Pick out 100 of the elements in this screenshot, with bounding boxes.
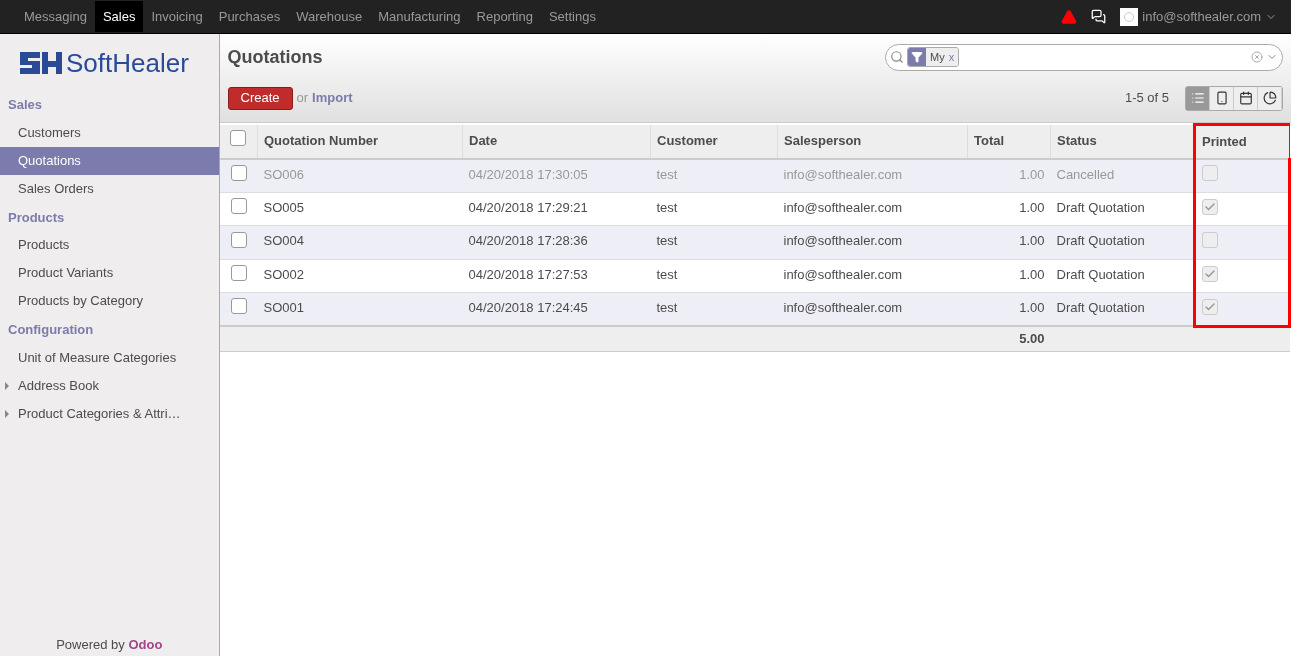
triangle-icon (5, 381, 9, 390)
column-header[interactable]: Customer (650, 124, 778, 159)
table-cell: Draft Quotation (1050, 259, 1195, 293)
graph-view-button[interactable] (1258, 86, 1282, 110)
table-cell: Cancelled (1050, 158, 1195, 192)
section-title: Sales (7, 96, 43, 114)
table-cell: SO004 (257, 225, 463, 259)
or-text: or (296, 89, 309, 108)
table-cell: 04/20/2018 17:28:36 (462, 225, 651, 259)
checkmark-icon (1204, 301, 1216, 313)
sidebar-item[interactable]: Unit of Measure Categories (0, 343, 219, 372)
filter-facet[interactable]: My x (907, 47, 960, 67)
section-title: Products (7, 208, 66, 227)
column-header[interactable]: Total (967, 124, 1051, 159)
sidebar-item[interactable]: Product Variants (0, 259, 219, 287)
menu-item[interactable]: Warehouse (288, 0, 371, 33)
sidebar-item[interactable]: Product Categories & Attri… (0, 399, 219, 428)
menu-item[interactable]: Reporting (468, 0, 541, 33)
sidebar-item[interactable]: Products by Category (0, 287, 219, 315)
chat-icon[interactable] (1091, 9, 1107, 24)
list-view-button[interactable] (1186, 86, 1210, 110)
checkbox[interactable] (1202, 231, 1218, 248)
table-cell: SO001 (257, 292, 463, 326)
pager-text: 1-5 of 5 (1124, 89, 1169, 108)
checkbox[interactable] (1202, 299, 1218, 315)
checkbox[interactable] (230, 231, 247, 248)
menu-item[interactable]: Settings (540, 0, 604, 33)
search-field[interactable]: My x (885, 43, 1283, 71)
menu-item[interactable]: Messaging (16, 0, 95, 33)
table-cell: 1.00 (967, 225, 1051, 259)
facet-label: My (926, 48, 949, 66)
table-cell: Draft Quotation (1050, 225, 1195, 259)
user-menu[interactable]: info@softhealer.com (1142, 6, 1261, 27)
search-icon (890, 50, 904, 64)
checkmark-icon (1204, 201, 1216, 213)
sidebar-item[interactable]: Quotations (0, 146, 219, 175)
list-view-icon (1190, 91, 1205, 105)
checkbox[interactable] (230, 164, 247, 181)
sidebar-item[interactable]: Products (0, 231, 219, 259)
table-cell: info@softhealer.com (777, 292, 968, 326)
checkbox[interactable] (230, 198, 247, 214)
table-cell: Draft Quotation (1050, 292, 1195, 326)
table-cell: 1.00 (967, 292, 1051, 326)
table-cell: 04/20/2018 17:30:05 (462, 158, 651, 192)
table-cell: SO006 (257, 158, 463, 192)
table-cell: info@softhealer.com (777, 158, 968, 192)
checkbox[interactable] (230, 265, 247, 281)
table-cell: Draft Quotation (1050, 192, 1195, 226)
logo-icon (20, 50, 62, 76)
menu-item[interactable]: Invoicing (143, 0, 211, 33)
table-cell: SO002 (257, 259, 463, 293)
table-cell: test (650, 158, 778, 192)
create-button[interactable]: Create (227, 86, 293, 110)
checkbox[interactable] (230, 130, 247, 147)
column-header[interactable]: Salesperson (777, 124, 968, 159)
sidebar-item[interactable]: Address Book (0, 371, 219, 400)
form-view-icon (1214, 91, 1229, 105)
table-cell: info@softhealer.com (777, 259, 968, 293)
table-cell: 04/20/2018 17:29:21 (462, 192, 651, 226)
menu-item[interactable]: Manufacturing (370, 0, 469, 33)
table-cell: test (650, 192, 778, 226)
checkbox[interactable] (1202, 164, 1218, 181)
warning-icon[interactable] (1061, 8, 1078, 25)
table-cell: 1.00 (967, 259, 1051, 293)
table-cell: 04/20/2018 17:27:53 (462, 259, 651, 293)
table-cell: 04/20/2018 17:24:45 (462, 292, 651, 326)
total-sum: 5.00 (967, 326, 1051, 351)
triangle-icon (5, 409, 9, 418)
menu-item[interactable]: Purchases (210, 0, 289, 33)
calendar-view-icon (1238, 91, 1253, 105)
column-header[interactable]: Quotation Number (257, 124, 463, 159)
column-header[interactable]: Date (462, 124, 651, 159)
checkbox[interactable] (230, 298, 247, 315)
checkbox[interactable] (1202, 199, 1218, 215)
table-cell: 1.00 (967, 158, 1051, 192)
table-cell: test (650, 225, 778, 259)
column-header[interactable]: Status (1050, 124, 1195, 159)
table-cell: info@softhealer.com (777, 225, 968, 259)
checkbox[interactable] (1202, 266, 1218, 282)
sidebar-item[interactable]: Sales Orders (0, 174, 219, 203)
sidebar-item[interactable]: Customers (0, 118, 219, 147)
form-view-button[interactable] (1210, 86, 1234, 110)
avatar-icon (1120, 7, 1139, 26)
checkmark-icon (1204, 268, 1216, 280)
table-cell: test (650, 292, 778, 326)
table-cell: 1.00 (967, 192, 1051, 226)
section-title: Configuration (7, 321, 95, 339)
menu-item[interactable]: Sales (94, 0, 144, 33)
calendar-view-button[interactable] (1234, 86, 1258, 110)
powered-by-text: Powered by Odoo (55, 635, 164, 654)
filter-icon (911, 51, 923, 63)
table-cell: SO005 (257, 192, 463, 226)
logo-text: SoftHealer (66, 50, 189, 76)
table-cell: test (650, 259, 778, 293)
close-icon[interactable]: x (948, 48, 959, 66)
graph-view-icon (1262, 91, 1277, 105)
table-cell: info@softhealer.com (777, 192, 968, 226)
odoo-link[interactable]: Odoo (128, 636, 163, 652)
clear-icon[interactable] (1251, 51, 1263, 63)
page-title: Quotations (227, 45, 323, 69)
